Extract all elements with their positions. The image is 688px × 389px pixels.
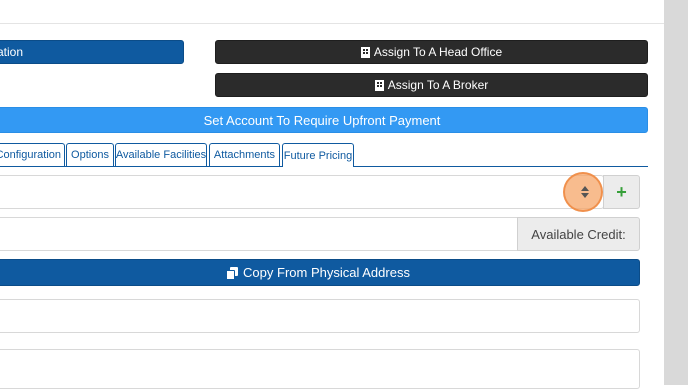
tab-future-pricing[interactable]: Future Pricing [282,143,354,167]
copy-from-physical-address-button[interactable]: Copy From Physical Address [0,259,640,286]
tab-configuration-label: Configuration [0,149,61,161]
tab-future-pricing-label: Future Pricing [283,149,353,162]
tab-available-facilities-label: Available Facilities [115,149,207,161]
plus-icon: + [616,181,627,202]
copy-from-physical-address-label: Copy From Physical Address [243,265,410,280]
credit-input[interactable] [0,217,518,251]
building-icon [374,79,384,91]
copy-icon [226,266,239,280]
tab-available-facilities[interactable]: Available Facilities [115,143,207,166]
assign-broker-label: Assign To A Broker [387,78,489,92]
address-textarea[interactable] [0,349,640,389]
tab-configuration[interactable]: Configuration [0,143,65,166]
panel-header-divider [0,23,664,24]
assign-head-office-button[interactable]: Assign To A Head Office [215,40,648,64]
tab-options-label: Options [71,149,109,161]
location-button[interactable]: ation [0,40,184,64]
sort-icon[interactable] [581,186,589,198]
tab-attachments[interactable]: Attachments [209,143,280,166]
tab-attachments-label: Attachments [213,149,276,161]
available-credit-addon: Available Credit: [517,217,640,251]
assign-broker-button[interactable]: Assign To A Broker [215,73,648,97]
select-field[interactable] [0,175,604,209]
building-icon [360,46,370,58]
location-button-label: ation [0,45,24,59]
require-upfront-payment-label: Set Account To Require Upfront Payment [203,112,441,128]
require-upfront-payment-button[interactable]: Set Account To Require Upfront Payment [0,107,648,133]
add-button[interactable]: + [603,175,640,209]
available-credit-label: Available Credit: [531,226,626,242]
assign-head-office-label: Assign To A Head Office [373,45,503,59]
page-backdrop [664,0,688,385]
tab-options[interactable]: Options [66,143,114,166]
address-line-input[interactable] [0,299,640,333]
